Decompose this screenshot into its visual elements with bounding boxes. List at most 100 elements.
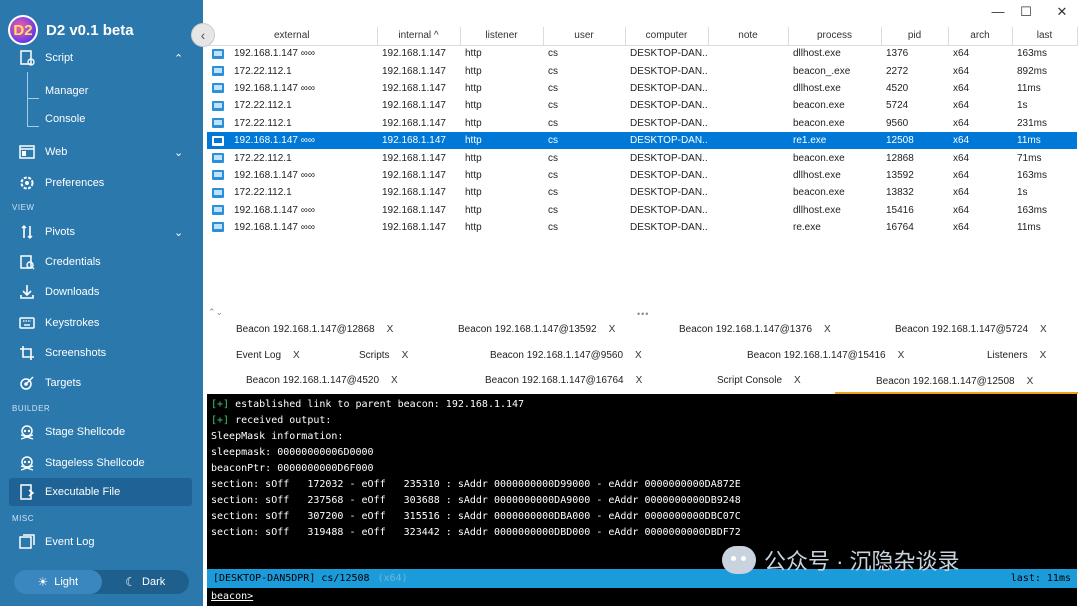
tab-beacon-12508[interactable]: Beacon 192.168.1.147@12508 X [835, 370, 1078, 394]
close-button[interactable]: ✕ [1050, 4, 1074, 20]
table-row[interactable]: 172.22.112.1 192.168.1.147 http cs DESKTOP-D… [207, 184, 1077, 201]
sidebar-item-label: Executable File [45, 486, 121, 498]
sidebar-item-event-log[interactable]: Event Log [0, 528, 203, 556]
table-row[interactable]: 192.168.1.147 ∞∞ 192.168.1.147 http cs DESKT… [207, 80, 1077, 97]
column-header[interactable]: computer [625, 27, 709, 46]
table-cell: 192.168.1.147 [382, 204, 446, 216]
table-cell: x64 [953, 204, 970, 216]
minimize-button[interactable]: — [986, 4, 1010, 19]
tab-beacon-4520[interactable]: Beacon 192.168.1.147@4520 X [246, 370, 398, 390]
tab-beacon-1376[interactable]: Beacon 192.168.1.147@1376 X [679, 319, 831, 339]
table-row[interactable]: 172.22.112.1 192.168.1.147 http cs DESKTOP-D… [207, 62, 1077, 79]
column-header[interactable]: listener [460, 27, 544, 46]
close-icon[interactable]: X [391, 375, 398, 386]
table-cell: x64 [953, 100, 970, 112]
table-cell: cs [548, 100, 558, 112]
sidebar-item-preferences[interactable]: Preferences [0, 169, 203, 197]
theme-light-button[interactable]: ☀ Light [14, 570, 102, 594]
windows-host-icon [212, 205, 224, 216]
table-cell: 163ms [1017, 169, 1048, 181]
close-icon[interactable]: X [794, 375, 801, 386]
beacon-console-output[interactable]: [+] established link to parent beacon: 1… [207, 394, 1077, 569]
maximize-button[interactable]: ☐ [1014, 4, 1038, 20]
table-cell: 2272 [886, 65, 909, 77]
table-cell: 192.168.1.147 ∞∞ [207, 131, 377, 150]
table-row[interactable]: 192.168.1.147 ∞∞ 192.168.1.147 http cs DESKT… [207, 167, 1077, 184]
sidebar-item-stageless-shellcode[interactable]: Stageless Shellcode [0, 449, 203, 477]
table-cell: 192.168.1.147 [382, 222, 446, 234]
table-row[interactable]: 172.22.112.1 192.168.1.147 http cs DESKTOP-D… [207, 149, 1077, 166]
sidebar-item-web[interactable]: Web ⌄ [0, 138, 203, 166]
close-icon[interactable]: X [387, 324, 394, 335]
sidebar-item-targets[interactable]: Targets [0, 369, 203, 397]
windows-host-icon [212, 83, 224, 94]
column-header[interactable]: pid [881, 27, 949, 46]
column-header[interactable]: user [543, 27, 626, 46]
table-row[interactable]: 192.168.1.147 ∞∞ 192.168.1.147 http cs DESKT… [207, 202, 1077, 219]
table-cell: http [465, 48, 482, 60]
tab-event-log[interactable]: Event Log X [236, 345, 300, 365]
table-row[interactable]: 192.168.1.147 ∞∞ 192.168.1.147 http cs DESKT… [207, 131, 1077, 150]
close-icon[interactable]: X [636, 375, 643, 386]
close-icon[interactable]: X [1027, 376, 1034, 387]
sidebar-item-pivots[interactable]: Pivots ⌄ [0, 218, 203, 246]
close-icon[interactable]: X [402, 350, 409, 361]
sidebar: D2 D2 v0.1 beta Script ⌃ Manager Console… [0, 0, 203, 606]
table-cell: 1s [1017, 187, 1028, 199]
external-ip: 192.168.1.147 ∞∞ [234, 135, 315, 147]
close-icon[interactable]: X [1040, 350, 1047, 361]
sidebar-item-label: Event Log [45, 536, 95, 548]
table-cell: 11ms [1017, 82, 1041, 94]
close-icon[interactable]: X [293, 350, 300, 361]
tab-beacon-9560[interactable]: Beacon 192.168.1.147@9560 X [490, 345, 642, 365]
column-header[interactable]: arch [948, 27, 1013, 46]
column-header[interactable]: last [1012, 27, 1078, 46]
column-header[interactable]: process [788, 27, 882, 46]
splitter-chevron-icon[interactable]: ⌃⌄ [208, 307, 223, 318]
table-cell: 172.22.112.1 [207, 115, 377, 132]
tab-label: Beacon 192.168.1.147@12868 [236, 323, 375, 335]
sidebar-item-screenshots[interactable]: Screenshots [0, 339, 203, 367]
tab-scripts[interactable]: Scripts X [359, 345, 408, 365]
app-title: D2 v0.1 beta [46, 21, 134, 39]
close-icon[interactable]: X [1040, 324, 1047, 335]
sidebar-item-credentials[interactable]: Credentials [0, 248, 203, 276]
tab-beacon-15416[interactable]: Beacon 192.168.1.147@15416 X [747, 345, 904, 365]
table-row[interactable]: 192.168.1.147 ∞∞ 192.168.1.147 http cs DESKT… [207, 45, 1077, 62]
download-icon [18, 283, 36, 301]
tab-beacon-5724[interactable]: Beacon 192.168.1.147@5724 X [895, 319, 1047, 339]
column-header[interactable]: external [207, 27, 378, 46]
table-cell: http [465, 187, 482, 199]
tab-beacon-12868[interactable]: Beacon 192.168.1.147@12868 X [236, 319, 393, 339]
tab-beacon-13592[interactable]: Beacon 192.168.1.147@13592 X [458, 319, 615, 339]
theme-dark-button[interactable]: ☾ Dark [102, 570, 190, 594]
collapse-sidebar-button[interactable]: ‹ [191, 23, 215, 47]
console-text: established link to parent beacon: 192.1… [229, 399, 525, 410]
sidebar-item-manager[interactable]: Manager [0, 77, 203, 105]
sidebar-item-stage-shellcode[interactable]: Stage Shellcode [0, 418, 203, 446]
chevron-down-icon: ⌄ [174, 226, 184, 239]
sidebar-item-script[interactable]: Script ⌃ [0, 44, 203, 72]
tab-beacon-16764[interactable]: Beacon 192.168.1.147@16764 X [485, 370, 642, 390]
console-input[interactable]: beacon> [207, 588, 1077, 606]
sidebar-item-executable-file[interactable]: Executable File [9, 478, 192, 506]
tab-listeners[interactable]: Listeners X [987, 345, 1046, 365]
table-row[interactable]: 172.22.112.1 192.168.1.147 http cs DESKTOP-D… [207, 97, 1077, 114]
table-cell: http [465, 222, 482, 234]
sidebar-item-console[interactable]: Console [0, 105, 203, 133]
close-icon[interactable]: X [635, 350, 642, 361]
script-icon [18, 49, 36, 67]
close-icon[interactable]: X [898, 350, 905, 361]
windows-host-icon [212, 170, 224, 181]
column-header[interactable]: internal ^ [377, 27, 461, 46]
close-icon[interactable]: X [824, 324, 831, 335]
column-header[interactable]: note [708, 27, 789, 46]
table-row[interactable]: 192.168.1.147 ∞∞ 192.168.1.147 http cs DESKT… [207, 219, 1077, 236]
tab-script-console[interactable]: Script Console X [717, 370, 801, 390]
sidebar-item-downloads[interactable]: Downloads [0, 278, 203, 306]
sidebar-item-keystrokes[interactable]: Keystrokes [0, 309, 203, 337]
table-row[interactable]: 172.22.112.1 192.168.1.147 http cs DESKTOP-D… [207, 115, 1077, 132]
table-cell: cs [548, 204, 558, 216]
external-ip: 172.22.112.1 [234, 65, 292, 77]
close-icon[interactable]: X [609, 324, 616, 335]
